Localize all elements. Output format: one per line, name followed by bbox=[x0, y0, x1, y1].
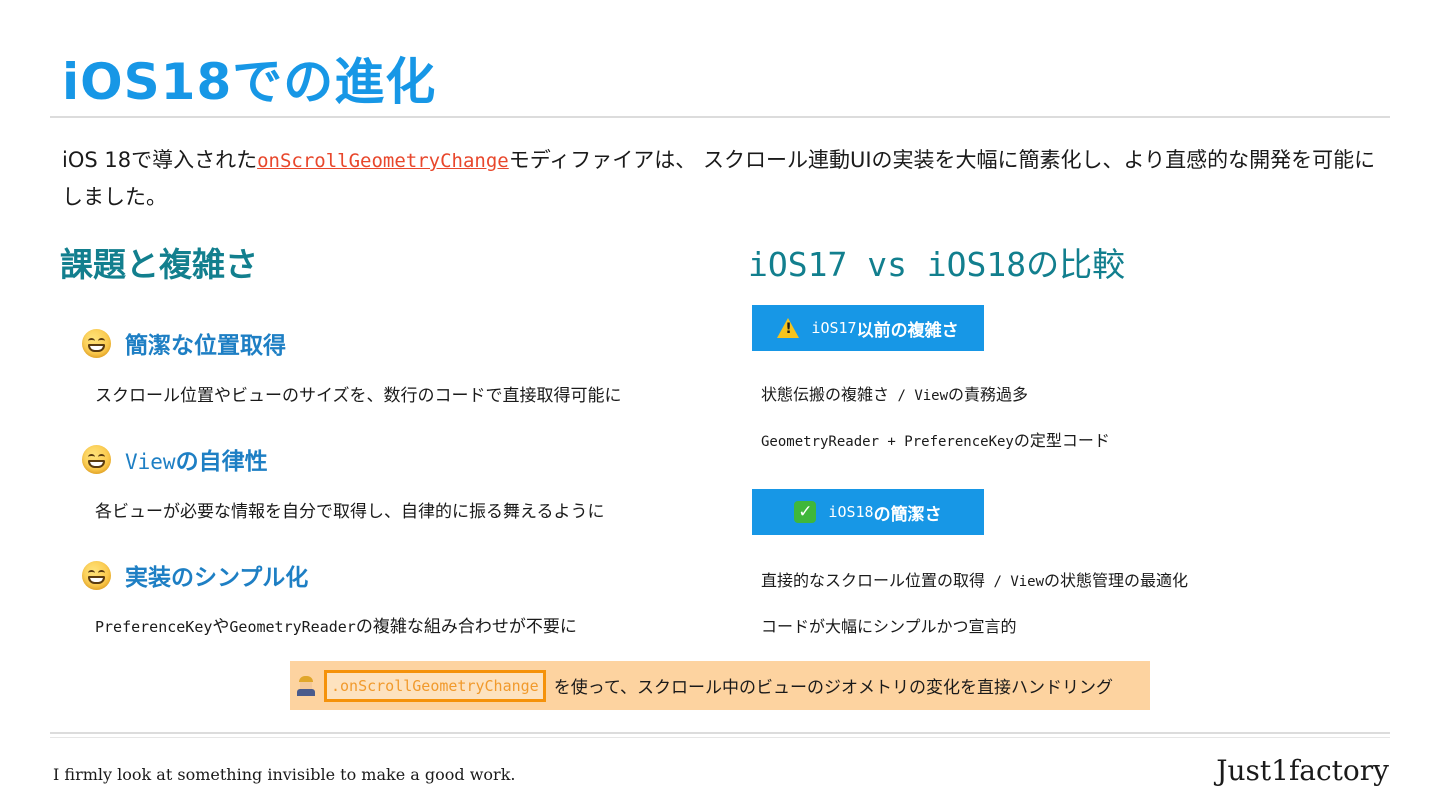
left-section-heading: 課題と複雑さ bbox=[60, 245, 258, 284]
title-divider bbox=[50, 116, 1390, 118]
ios17-badge-text: 以前の複雑さ bbox=[856, 320, 959, 341]
ios17-line-1-b: の責務過多 bbox=[948, 385, 1029, 404]
feature-2-title-rest: の自律性 bbox=[175, 449, 268, 475]
ios18-badge-mono: iOS18 bbox=[828, 503, 874, 521]
feature-3-desc-rest: の複雑な組み合わせが不要に bbox=[355, 617, 577, 637]
slide: iOS18での進化 iOS 18で導入されたonScrollGeometryCh… bbox=[0, 0, 1440, 810]
ios17-line-2: GeometryReader + PreferenceKeyの定型コード bbox=[761, 427, 1110, 451]
right-heading-text: iOS17 vs iOS18の比較 bbox=[748, 245, 1126, 284]
feature-2-title: Viewの自律性 bbox=[125, 442, 268, 476]
ios18-line-1: 直接的なスクロール位置の取得 / Viewの状態管理の最適化 bbox=[761, 567, 1188, 591]
ios18-line-1-sep: / bbox=[985, 574, 1011, 590]
ios18-line-1-b: の状態管理の最適化 bbox=[1044, 571, 1189, 590]
ios18-line-2: コードが大幅にシンプルかつ宣言的 bbox=[761, 613, 1017, 637]
ios17-line-2-b: の定型コード bbox=[1013, 431, 1110, 450]
feature-3-title: 実装のシンプル化 bbox=[125, 565, 309, 591]
note-code: .onScrollGeometryChange bbox=[324, 669, 546, 702]
footer-divider bbox=[50, 732, 1390, 734]
construction-worker-icon bbox=[296, 675, 316, 696]
footer-tagline: I firmly look at something invisible to … bbox=[53, 765, 516, 784]
note-callout: .onScrollGeometryChange を使って、スクロール中のビューの… bbox=[290, 661, 1150, 710]
footer-divider-secondary bbox=[50, 737, 1390, 738]
check-mark-icon: ✓ bbox=[794, 501, 817, 523]
feature-3-desc: PreferenceKeyやGeometryReaderの複雑な組み合わせが不要… bbox=[95, 612, 577, 637]
ios17-line-1-a: 状態伝搬の複雑さ bbox=[761, 385, 890, 404]
ios17-badge: iOS17以前の複雑さ bbox=[752, 305, 984, 351]
ios18-badge-text: の簡潔さ bbox=[873, 504, 942, 525]
ios18-line-2-a: コードが大幅にシンプルかつ宣言的 bbox=[761, 617, 1017, 636]
intro-text-before: iOS 18で導入された bbox=[62, 148, 258, 172]
grinning-face-icon bbox=[82, 560, 111, 590]
feature-1-title: 簡潔な位置取得 bbox=[125, 333, 286, 359]
grinning-face-icon bbox=[82, 444, 111, 474]
ios17-line-1: 状態伝搬の複雑さ / Viewの責務過多 bbox=[761, 381, 1028, 405]
feature-3-desc-mid: や bbox=[212, 617, 230, 637]
grinning-face-icon bbox=[82, 328, 111, 358]
ios18-badge: ✓ iOS18 の簡潔さ bbox=[752, 489, 984, 535]
ios17-badge-mono: iOS17 bbox=[811, 319, 857, 337]
ios18-line-1-a: 直接的なスクロール位置の取得 bbox=[761, 571, 986, 590]
feature-3-desc-mono2: GeometryReader bbox=[229, 618, 356, 636]
ios17-line-1-mono: View bbox=[914, 388, 949, 404]
ios18-line-1-mono: View bbox=[1010, 574, 1045, 590]
footer-brand-logo: Just1factory bbox=[1216, 754, 1389, 787]
feature-3-desc-mono1: PreferenceKey bbox=[95, 618, 213, 636]
feature-1: 簡潔な位置取得 bbox=[82, 326, 286, 360]
feature-2-desc: 各ビューが必要な情報を自分で取得し、自律的に振る舞えるように bbox=[95, 502, 605, 522]
intro-paragraph: iOS 18で導入されたonScrollGeometryChangeモディファイ… bbox=[62, 142, 1382, 215]
ios17-line-1-sep: / bbox=[889, 388, 915, 404]
feature-3: 実装のシンプル化 bbox=[82, 558, 308, 592]
warning-icon bbox=[777, 318, 800, 338]
feature-2: Viewの自律性 bbox=[82, 442, 268, 476]
intro-code-link[interactable]: onScrollGeometryChange bbox=[257, 150, 509, 172]
feature-1-desc: スクロール位置やビューのサイズを、数行のコードで直接取得可能に bbox=[95, 386, 622, 406]
page-title: iOS18での進化 bbox=[62, 53, 437, 111]
right-section-heading: iOS17 vs iOS18の比較 bbox=[748, 238, 1125, 286]
note-text: を使って、スクロール中のビューのジオメトリの変化を直接ハンドリング bbox=[553, 678, 1114, 698]
ios17-line-2-mono: GeometryReader + PreferenceKey bbox=[761, 434, 1014, 450]
feature-2-title-mono: View bbox=[125, 450, 176, 474]
